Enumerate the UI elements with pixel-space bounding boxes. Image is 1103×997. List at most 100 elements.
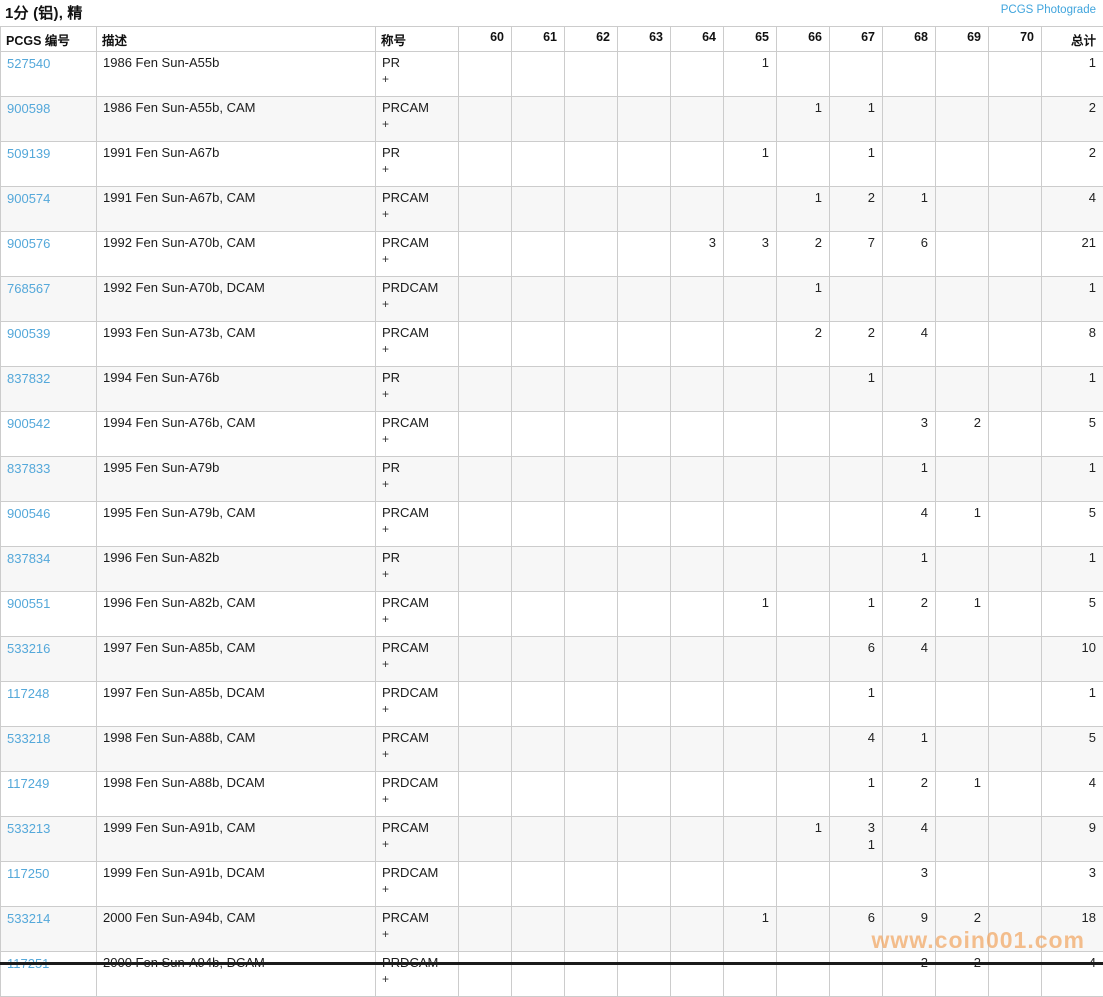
pcgs-number-link[interactable]: 837833	[7, 461, 50, 476]
pcgs-number-link[interactable]: 900551	[7, 596, 50, 611]
pcgs-number-link[interactable]: 509139	[7, 146, 50, 161]
grade-cell-64	[671, 682, 724, 727]
designation-label: PRDCAM	[382, 280, 453, 296]
designation-label: PRCAM	[382, 595, 453, 611]
grade-count	[673, 145, 716, 161]
pcgs-number-link[interactable]: 533213	[7, 821, 50, 836]
photograde-link[interactable]: PCGS Photograde	[1001, 4, 1096, 16]
table-row: 9005981986 Fen Sun-A55b, CAMPRCAM+112	[1, 97, 1103, 142]
grade-plus-count	[461, 881, 504, 898]
pcgs-number-link[interactable]: 527540	[7, 56, 50, 71]
grade-plus-count	[938, 836, 981, 853]
pcgs-number-cell: 837833	[1, 457, 97, 502]
coin-description: 1994 Fen Sun-A76b	[97, 367, 376, 412]
grade-count	[514, 100, 557, 116]
pcgs-number-link[interactable]: 837832	[7, 371, 50, 386]
pcgs-number-link[interactable]: 900546	[7, 506, 50, 521]
designation-cell: PRCAM+	[376, 817, 459, 862]
grade-count	[567, 865, 610, 881]
grade-count: 1	[938, 505, 981, 521]
grade-count	[461, 460, 504, 476]
grade-plus-count	[991, 836, 1034, 853]
grade-cell-61	[512, 502, 565, 547]
pcgs-number-link[interactable]: 900574	[7, 191, 50, 206]
grade-cell-65: 1	[724, 907, 777, 952]
col-header-grade-64: 64	[671, 27, 724, 52]
pcgs-number-link[interactable]: 533214	[7, 911, 50, 926]
pcgs-number-link[interactable]: 837834	[7, 551, 50, 566]
grade-plus-count	[885, 116, 928, 133]
grade-plus-count	[832, 161, 875, 178]
grade-count: 1	[938, 775, 981, 791]
col-header-grade-62: 62	[565, 27, 618, 52]
grade-count	[461, 865, 504, 881]
pcgs-number-link[interactable]: 900576	[7, 236, 50, 251]
grade-count	[726, 280, 769, 296]
designation-plus-label: +	[382, 71, 453, 88]
grade-cell-68: 6	[883, 232, 936, 277]
pcgs-number-link[interactable]: 533216	[7, 641, 50, 656]
grade-plus-count	[779, 746, 822, 763]
total-cell: 9	[1042, 817, 1103, 862]
grade-cell-62	[565, 682, 618, 727]
grade-plus-count	[726, 296, 769, 313]
pcgs-number-link[interactable]: 900598	[7, 101, 50, 116]
grade-cell-65: 1	[724, 52, 777, 97]
designation-plus-label: +	[382, 701, 453, 718]
grade-cell-67	[830, 862, 883, 907]
grade-plus-count	[514, 701, 557, 718]
grade-cell-70	[989, 502, 1042, 547]
pcgs-number-link[interactable]: 900542	[7, 416, 50, 431]
grade-cell-67: 4	[830, 727, 883, 772]
grade-cell-65	[724, 322, 777, 367]
pcgs-number-link[interactable]: 768567	[7, 281, 50, 296]
grade-plus-count	[620, 881, 663, 898]
grade-cell-68	[883, 97, 936, 142]
grade-count	[885, 100, 928, 116]
grade-plus-count	[514, 116, 557, 133]
grade-plus-count	[991, 431, 1034, 448]
designation-cell: PRCAM+	[376, 727, 459, 772]
grade-count	[991, 685, 1034, 701]
grade-plus-count	[514, 836, 557, 853]
grade-cell-61	[512, 367, 565, 412]
pcgs-number-link[interactable]: 533218	[7, 731, 50, 746]
grade-count: 2	[938, 415, 981, 431]
grade-plus-count	[726, 611, 769, 628]
grade-count	[779, 460, 822, 476]
grade-plus-count	[514, 656, 557, 673]
grade-plus-count	[885, 791, 928, 808]
grade-cell-68: 9	[883, 907, 936, 952]
grade-plus-count	[620, 341, 663, 358]
grade-plus-count	[832, 701, 875, 718]
pcgs-number-cell: 509139	[1, 142, 97, 187]
grade-count	[620, 280, 663, 296]
pcgs-number-link[interactable]: 117250	[7, 866, 49, 881]
grade-count	[991, 280, 1034, 296]
grade-cell-70	[989, 97, 1042, 142]
grade-cell-70	[989, 817, 1042, 862]
grade-plus-count	[620, 971, 663, 988]
grade-count	[726, 460, 769, 476]
grade-plus-count	[938, 116, 981, 133]
pcgs-number-link[interactable]: 117248	[7, 686, 49, 701]
designation-cell: PR+	[376, 547, 459, 592]
grade-plus-count	[461, 71, 504, 88]
pcgs-number-link[interactable]: 900539	[7, 326, 50, 341]
grade-cell-64	[671, 772, 724, 817]
grade-plus-count	[514, 521, 557, 538]
grade-cell-62	[565, 142, 618, 187]
coin-description: 1996 Fen Sun-A82b	[97, 547, 376, 592]
grade-plus-count	[938, 476, 981, 493]
grade-cell-64	[671, 412, 724, 457]
grade-count	[567, 595, 610, 611]
grade-cell-66	[777, 367, 830, 412]
grade-count	[673, 325, 716, 341]
pcgs-number-link[interactable]: 117249	[7, 776, 49, 791]
grade-plus-count	[779, 296, 822, 313]
grade-plus-count	[461, 116, 504, 133]
grade-plus-count	[779, 386, 822, 403]
grade-count	[461, 55, 504, 71]
total-cell: 5	[1042, 502, 1103, 547]
grade-count	[938, 55, 981, 71]
